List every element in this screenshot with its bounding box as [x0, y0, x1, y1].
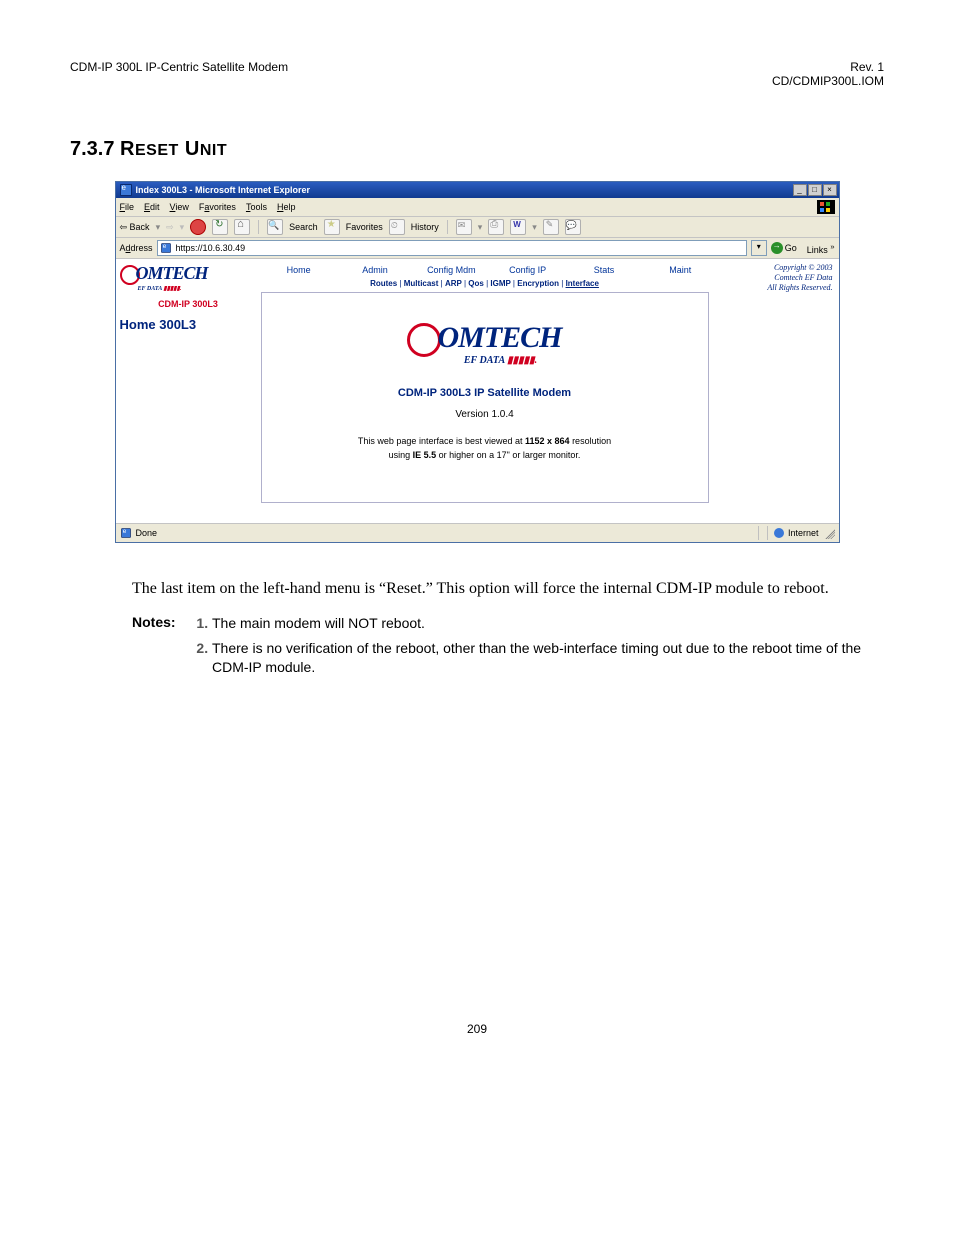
nav-config-mdm[interactable]: Config Mdm	[413, 263, 489, 277]
subnav-interface[interactable]: Interface	[566, 279, 599, 288]
nav-maint[interactable]: Maint	[642, 263, 718, 277]
favorites-button[interactable]: Favorites	[346, 222, 383, 232]
menu-view[interactable]: View	[170, 202, 189, 212]
menu-bar: File Edit View Favorites Tools Help	[116, 198, 839, 217]
status-zone: Internet	[788, 528, 819, 538]
body-paragraph: The last item on the left-hand menu is “…	[132, 579, 884, 600]
address-value: https://10.6.30.49	[176, 243, 246, 253]
maximize-button[interactable]: □	[808, 184, 822, 196]
search-button[interactable]: Search	[289, 222, 318, 232]
refresh-icon[interactable]	[212, 219, 228, 235]
menu-edit[interactable]: Edit	[144, 202, 160, 212]
search-icon[interactable]	[267, 219, 283, 235]
left-panel: OMTECH EF DATA ▮▮▮▮▮. CDM-IP 300L3 Home …	[116, 259, 261, 523]
panel-version: Version 1.0.4	[272, 409, 698, 420]
screenshot: Index 300L3 - Microsoft Internet Explore…	[115, 181, 840, 543]
right-panel: Home Admin Config Mdm Config IP Stats Ma…	[261, 259, 839, 523]
status-done: Done	[136, 528, 158, 538]
minimize-button[interactable]: _	[793, 184, 807, 196]
done-icon	[121, 528, 131, 538]
subnav-multicast[interactable]: Multicast	[404, 279, 439, 288]
ms-flag-icon	[817, 200, 835, 214]
zone-icon	[774, 528, 784, 538]
links-label[interactable]: Links »	[807, 242, 835, 255]
panel-note: This web page interface is best viewed a…	[272, 434, 698, 462]
history-icon[interactable]	[389, 219, 405, 235]
back-button[interactable]: ⇦ Back	[120, 222, 150, 233]
page-icon	[161, 243, 171, 253]
nav-admin[interactable]: Admin	[337, 263, 413, 277]
address-bar: Address https://10.6.30.49 ▾ Go Links »	[116, 238, 839, 259]
panel-logo: OMTECH EF DATA ▮▮▮▮▮.	[272, 323, 698, 367]
menu-favorites[interactable]: Favorites	[199, 202, 236, 212]
ie-icon	[120, 184, 132, 196]
go-icon	[771, 242, 783, 254]
header-left: CDM-IP 300L IP-Centric Satellite Modem	[70, 60, 288, 74]
status-bar: Done Internet	[116, 523, 839, 542]
copyright: Copyright © 2003 Comtech EF Data All Rig…	[767, 263, 832, 293]
print-icon[interactable]	[488, 219, 504, 235]
edit-icon[interactable]	[510, 219, 526, 235]
menu-file[interactable]: File	[120, 202, 135, 212]
subnav-qos[interactable]: Qos	[468, 279, 484, 288]
notes-block: Notes: The main modem will NOT reboot. T…	[132, 614, 884, 683]
note-1: The main modem will NOT reboot.	[212, 614, 884, 633]
subnav-encryption[interactable]: Encryption	[517, 279, 559, 288]
subnav-routes[interactable]: Routes	[370, 279, 397, 288]
history-button[interactable]: History	[411, 222, 439, 232]
notes-label: Notes:	[132, 614, 192, 683]
address-label: Address	[120, 243, 153, 253]
favorites-icon[interactable]	[324, 219, 340, 235]
menu-tools[interactable]: Tools	[246, 202, 267, 212]
page-number: 209	[70, 1022, 884, 1036]
page-header: CDM-IP 300L IP-Centric Satellite Modem R…	[70, 60, 884, 88]
window-title: Index 300L3 - Microsoft Internet Explore…	[136, 185, 311, 195]
window-titlebar: Index 300L3 - Microsoft Internet Explore…	[116, 182, 839, 198]
address-input[interactable]: https://10.6.30.49	[157, 240, 747, 256]
subnav-arp[interactable]: ARP	[445, 279, 462, 288]
nav-stats[interactable]: Stats	[566, 263, 642, 277]
stop-icon[interactable]	[190, 219, 206, 235]
messenger-icon[interactable]	[565, 219, 581, 235]
discuss-icon[interactable]	[543, 219, 559, 235]
forward-button[interactable]: ⇨	[166, 222, 174, 233]
mail-icon[interactable]	[456, 219, 472, 235]
note-2: There is no verification of the reboot, …	[212, 639, 884, 677]
comtech-logo: OMTECH EF DATA ▮▮▮▮▮.	[120, 265, 257, 295]
resize-grip[interactable]	[823, 527, 835, 539]
nav-config-ip[interactable]: Config IP	[489, 263, 565, 277]
nav-home[interactable]: Home	[261, 263, 337, 277]
home-icon[interactable]	[234, 219, 250, 235]
close-button[interactable]: ×	[823, 184, 837, 196]
model-label: CDM-IP 300L3	[120, 299, 257, 309]
home-heading: Home 300L3	[120, 317, 257, 332]
toolbar: ⇦ Back ▾ ⇨ ▾ Search Favorites History ▾ …	[116, 217, 839, 238]
address-dropdown[interactable]: ▾	[751, 240, 767, 256]
section-heading: 7.3.7 RESET UNIT	[70, 138, 884, 161]
main-nav: Home Admin Config Mdm Config IP Stats Ma…	[261, 259, 839, 277]
sub-nav: Routes | Multicast | ARP | Qos | IGMP | …	[261, 279, 839, 288]
header-right: Rev. 1 CD/CDMIP300L.IOM	[772, 60, 884, 88]
welcome-panel: OMTECH EF DATA ▮▮▮▮▮. CDM-IP 300L3 IP Sa…	[261, 292, 709, 503]
go-button[interactable]: Go	[771, 242, 797, 254]
menu-help[interactable]: Help	[277, 202, 296, 212]
subnav-igmp[interactable]: IGMP	[490, 279, 510, 288]
panel-title: CDM-IP 300L3 IP Satellite Modem	[272, 387, 698, 399]
page-content: OMTECH EF DATA ▮▮▮▮▮. CDM-IP 300L3 Home …	[116, 259, 839, 523]
